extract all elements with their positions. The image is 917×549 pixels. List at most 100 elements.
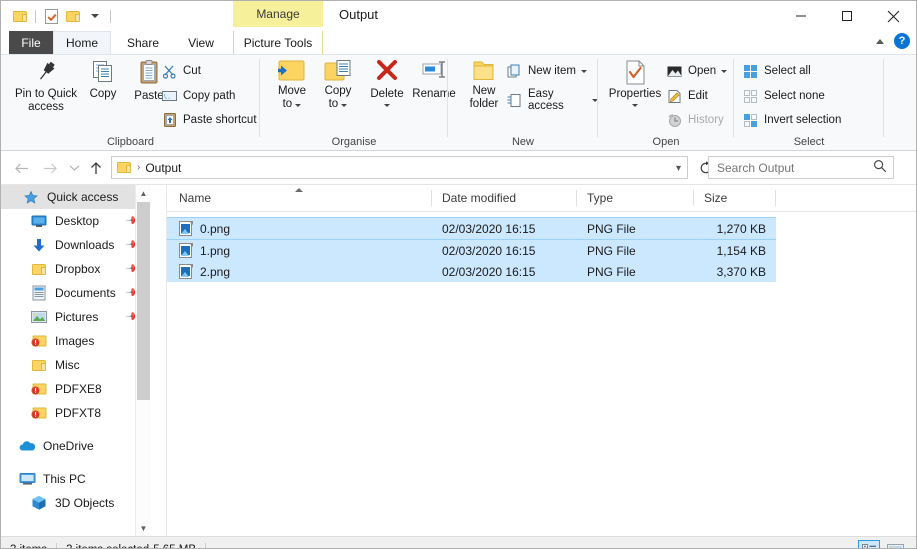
sidebar-item-pictures[interactable]: Pictures 📌: [1, 305, 151, 329]
close-button[interactable]: [870, 1, 916, 31]
search-input[interactable]: Search Output: [708, 156, 894, 179]
sidebar-item-quick-access[interactable]: Quick access: [1, 185, 151, 209]
scrollbar-thumb[interactable]: [137, 202, 150, 400]
table-row[interactable]: 2.png 02/03/2020 16:15 PNG File 3,370 KB: [167, 261, 776, 282]
file-size-cell: 3,370 KB: [716, 264, 766, 279]
sidebar-item-pdfxe8[interactable]: PDFXE8: [1, 377, 151, 401]
history-button[interactable]: History: [666, 112, 724, 128]
forward-button[interactable]: [39, 157, 61, 179]
column-divider[interactable]: [775, 190, 776, 206]
pin-to-quick-access-button[interactable]: Pin to Quick access: [9, 59, 83, 114]
scroll-down-icon[interactable]: ▼: [136, 520, 151, 536]
copy-path-button[interactable]: \... Copy path: [161, 88, 235, 104]
file-name-cell[interactable]: 0.png: [167, 218, 432, 239]
tab-share[interactable]: Share: [113, 31, 173, 54]
up-button[interactable]: [85, 157, 107, 179]
column-header-label: Size: [704, 191, 728, 205]
back-button[interactable]: [11, 157, 33, 179]
scroll-up-icon[interactable]: ▲: [136, 185, 151, 201]
address-input[interactable]: › Output ▾: [111, 156, 688, 179]
sidebar-label: This PC: [43, 472, 86, 486]
file-name-cell[interactable]: 2.png: [167, 261, 432, 282]
copy-button[interactable]: Copy: [81, 59, 125, 101]
chevron-down-icon[interactable]: [341, 104, 348, 107]
open-button[interactable]: Open: [666, 63, 728, 79]
file-type-cell: PNG File: [587, 221, 636, 236]
large-icons-view-button[interactable]: [884, 540, 906, 548]
cut-button[interactable]: Cut: [161, 63, 201, 79]
sidebar-label: Dropbox: [55, 262, 101, 276]
quick-access-toolbar: [9, 6, 115, 26]
table-row[interactable]: 0.png 02/03/2020 16:15 PNG File 1,270 KB: [167, 217, 776, 240]
help-icon[interactable]: ?: [894, 33, 910, 49]
details-view-button[interactable]: [858, 540, 880, 548]
edit-button[interactable]: Edit: [666, 88, 708, 104]
delete-label: Delete: [370, 88, 404, 100]
sidebar-item-downloads[interactable]: Downloads 📌: [1, 233, 151, 257]
delete-button[interactable]: Delete: [364, 59, 410, 107]
search-icon[interactable]: [873, 159, 887, 176]
column-header-type[interactable]: Type: [577, 185, 694, 211]
easy-access-button[interactable]: Easy access: [506, 88, 598, 112]
chevron-up-icon[interactable]: [876, 38, 884, 44]
sidebar-label: OneDrive: [43, 439, 94, 453]
table-row[interactable]: 1.png 02/03/2020 16:15 PNG File 1,154 KB: [167, 240, 776, 261]
folder-alert-icon: [29, 404, 49, 422]
chevron-down-icon[interactable]: [721, 69, 728, 73]
minimize-button[interactable]: [778, 1, 824, 31]
move-to-label-2: to: [283, 98, 302, 111]
chevron-down-icon[interactable]: [84, 6, 106, 26]
column-header-label: Name: [179, 191, 212, 205]
new-item-button[interactable]: New item: [506, 63, 587, 79]
invert-selection-button[interactable]: Invert selection: [742, 112, 841, 128]
file-type-cell: PNG File: [587, 243, 636, 258]
column-header-name[interactable]: Name: [167, 185, 432, 211]
properties-button[interactable]: Properties: [604, 59, 666, 107]
select-all-button[interactable]: Select all: [742, 63, 811, 79]
tab-picture-tools[interactable]: Picture Tools: [233, 31, 323, 54]
recent-locations-button[interactable]: [63, 157, 85, 179]
file-date-cell: 02/03/2020 16:15: [442, 264, 536, 279]
maximize-button[interactable]: [824, 1, 870, 31]
window-title: Output: [339, 7, 379, 22]
chevron-down-icon[interactable]: ▾: [676, 163, 681, 174]
move-to-button[interactable]: Move to: [270, 59, 314, 111]
column-header-date-modified[interactable]: Date modified: [432, 185, 577, 211]
sidebar-item-misc[interactable]: Misc: [1, 353, 151, 377]
breadcrumb-item-output[interactable]: Output: [145, 161, 181, 175]
chevron-down-icon[interactable]: [295, 104, 302, 107]
edit-label: Edit: [688, 90, 708, 102]
chevron-down-icon[interactable]: [384, 104, 390, 107]
copy-to-button[interactable]: Copy to: [316, 59, 360, 111]
sidebar-item-images[interactable]: Images: [1, 329, 151, 353]
file-name: 0.png: [200, 221, 231, 236]
copy-to-label-1: Copy: [324, 85, 352, 97]
status-divider-2: [205, 543, 207, 548]
navigation-pane-scrollbar[interactable]: ▲ ▼: [135, 185, 151, 536]
tab-file[interactable]: File: [9, 31, 53, 54]
chevron-down-icon[interactable]: [632, 104, 638, 107]
breadcrumb[interactable]: › Output: [112, 161, 181, 175]
ribbon-group-label-clipboard: Clipboard: [106, 136, 155, 148]
paste-shortcut-button[interactable]: Paste shortcut: [161, 112, 257, 128]
new-folder-icon[interactable]: [62, 6, 84, 26]
sidebar-item-pdfxt8[interactable]: PDFXT8: [1, 401, 151, 425]
invert-selection-label: Invert selection: [764, 114, 842, 126]
sidebar-item-desktop[interactable]: Desktop 📌: [1, 209, 151, 233]
new-folder-button[interactable]: New folder: [460, 59, 508, 111]
sidebar-item-this-pc[interactable]: This PC: [1, 467, 151, 491]
column-header-size[interactable]: Size: [694, 185, 776, 211]
file-name: 2.png: [200, 264, 231, 279]
sidebar-item-dropbox[interactable]: Dropbox 📌: [1, 257, 151, 281]
select-none-button[interactable]: Select none: [742, 88, 825, 104]
file-name-cell[interactable]: 1.png: [167, 240, 432, 261]
properties-icon[interactable]: [40, 6, 62, 26]
sidebar-item-documents[interactable]: Documents 📌: [1, 281, 151, 305]
tab-home[interactable]: Home: [53, 31, 111, 54]
chevron-down-icon[interactable]: [580, 69, 587, 73]
folder-icon[interactable]: [9, 6, 31, 26]
sidebar-item-onedrive[interactable]: OneDrive: [1, 434, 151, 458]
sidebar-item-3d-objects[interactable]: 3D Objects: [1, 491, 151, 515]
3d-objects-icon: [29, 494, 49, 512]
tab-view[interactable]: View: [175, 31, 227, 54]
